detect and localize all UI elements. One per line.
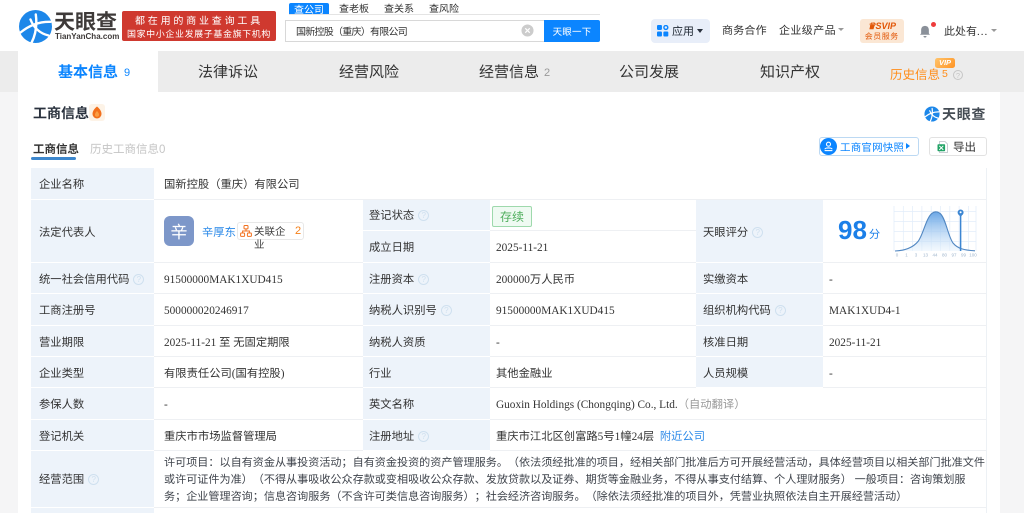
svg-text:97: 97 bbox=[951, 253, 957, 258]
svg-text:0: 0 bbox=[896, 253, 899, 258]
svg-text:80: 80 bbox=[942, 253, 948, 258]
svg-text:44: 44 bbox=[932, 253, 938, 258]
svg-text:99: 99 bbox=[961, 253, 967, 258]
svg-text:13: 13 bbox=[923, 253, 929, 258]
svg-text:3: 3 bbox=[915, 253, 918, 258]
svg-text:100: 100 bbox=[969, 253, 977, 258]
svg-text:1: 1 bbox=[905, 253, 908, 258]
